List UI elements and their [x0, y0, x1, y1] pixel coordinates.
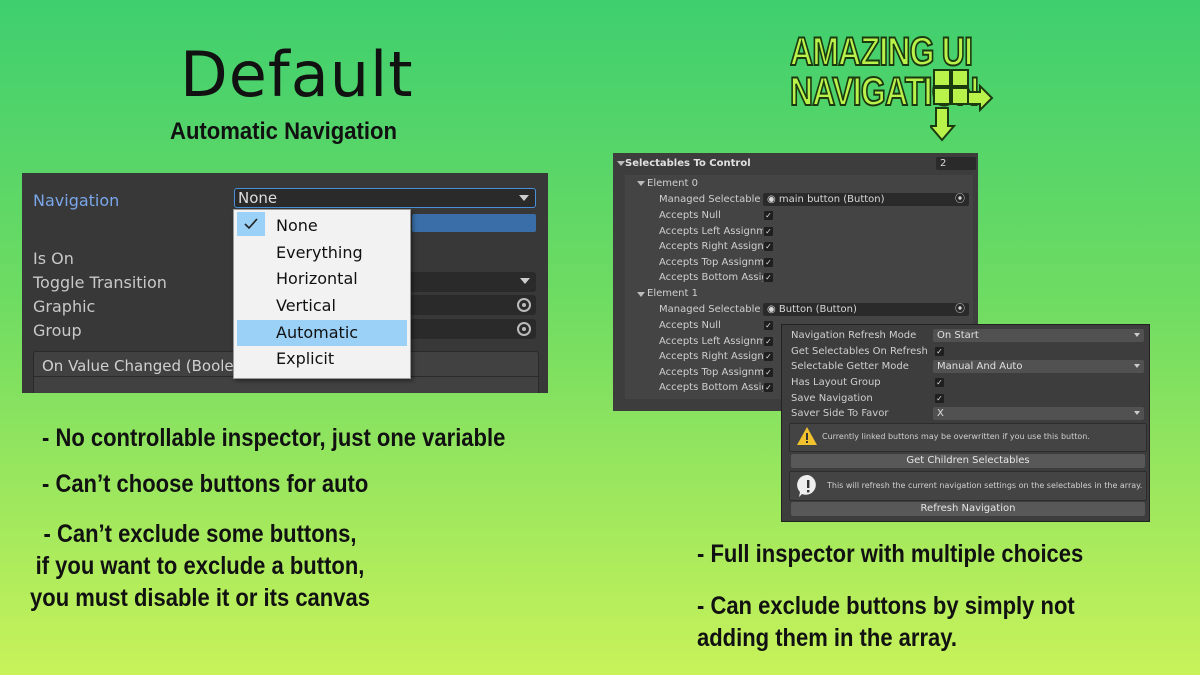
logo-line-1: AMAZING UI [789, 30, 974, 74]
amazing-ui-navigation-logo: AMAZING UI NAVIGATION [789, 30, 1025, 142]
refresh-mode-dropdown[interactable]: On Start [933, 329, 1144, 342]
left-bullet-1: - No controllable inspector, just one va… [42, 424, 506, 452]
chevron-down-icon [519, 195, 529, 201]
accepts-left-checkbox[interactable]: ✓ [764, 337, 773, 346]
accepts-null-checkbox[interactable]: ✓ [764, 321, 773, 330]
chevron-down-icon [1134, 411, 1140, 415]
has-layout-checkbox[interactable]: ✓ [935, 378, 944, 387]
group-label: Group [33, 321, 82, 340]
managed-selectable-label: Managed Selectable [659, 194, 761, 205]
object-picker-icon[interactable]: ⦿ [955, 193, 965, 206]
graphic-field[interactable] [410, 295, 536, 315]
accepts-left-label: Accepts Left Assignmen [659, 226, 763, 237]
accepts-bottom-checkbox[interactable]: ✓ [764, 273, 773, 282]
element-0-title: Element 0 [647, 178, 698, 189]
info-text: This will refresh the current navigation… [827, 481, 1143, 490]
managed-selectable-field[interactable]: ◉ main button (Button) ⦿ [763, 193, 969, 206]
navigation-label: Navigation [33, 191, 120, 210]
menu-item-none[interactable]: None [234, 213, 410, 239]
menu-item-vertical[interactable]: Vertical [234, 293, 410, 319]
saver-side-dropdown[interactable]: X [933, 407, 1144, 420]
navigation-dropdown[interactable]: None [234, 188, 536, 208]
get-on-refresh-checkbox[interactable]: ✓ [935, 347, 944, 356]
object-icon: ◉ [767, 194, 779, 205]
save-navigation-checkbox[interactable]: ✓ [935, 394, 944, 403]
accepts-bottom-checkbox[interactable]: ✓ [764, 383, 773, 392]
element-1-title: Element 1 [647, 288, 698, 299]
right-bullet-2: - Can exclude buttons by simply not addi… [697, 592, 1075, 652]
menu-item-everything[interactable]: Everything [234, 240, 410, 266]
element-0-block: Element 0 Managed Selectable ◉ main butt… [625, 175, 973, 287]
accepts-null-checkbox[interactable]: ✓ [764, 211, 773, 220]
object-picker-icon[interactable] [517, 322, 531, 336]
navigation-settings-inspector: Navigation Refresh Mode On Start Get Sel… [781, 324, 1150, 522]
object-icon: ◉ [767, 304, 779, 315]
left-bullet-2: - Can’t choose buttons for auto [42, 470, 369, 498]
selectables-header: Selectables To Control [625, 158, 751, 169]
saver-side-label: Saver Side To Favor [791, 408, 889, 419]
accepts-right-label: Accepts Right Assignme [659, 351, 763, 362]
chevron-down-icon [1134, 364, 1140, 368]
accepts-right-checkbox[interactable]: ✓ [764, 242, 773, 251]
object-picker-icon[interactable] [517, 298, 531, 312]
on-value-changed-label: On Value Changed (Boolean [42, 357, 253, 375]
object-picker-icon[interactable]: ⦿ [955, 303, 965, 316]
navigation-dropdown-menu: None Everything Horizontal Vertical Auto… [233, 209, 411, 379]
info-icon [797, 474, 816, 497]
accepts-left-label: Accepts Left Assignmen [659, 336, 763, 347]
array-size-field[interactable]: 2 [936, 157, 976, 170]
accepts-top-label: Accepts Top Assignmen [659, 257, 763, 268]
toggle-transition-label: Toggle Transition [33, 273, 167, 292]
visualize-button[interactable] [412, 214, 536, 232]
accepts-null-label: Accepts Null [659, 210, 721, 221]
accepts-top-checkbox[interactable]: ✓ [764, 368, 773, 377]
accepts-bottom-label: Accepts Bottom Assignm [659, 272, 763, 283]
managed-selectable-field[interactable]: ◉ Button (Button) ⦿ [763, 303, 969, 316]
menu-item-explicit[interactable]: Explicit [234, 346, 410, 372]
warning-icon [797, 427, 817, 445]
foldout-arrow-icon[interactable] [637, 292, 645, 297]
getter-mode-dropdown[interactable]: Manual And Auto [933, 360, 1144, 373]
warning-box: Currently linked buttons may be overwrit… [789, 423, 1147, 452]
managed-selectable-label: Managed Selectable [659, 304, 761, 315]
left-bullet-3: - Can’t exclude some buttons, if you wan… [30, 520, 370, 612]
group-field[interactable] [410, 319, 536, 339]
has-layout-label: Has Layout Group [791, 377, 881, 388]
toggle-transition-dropdown[interactable] [410, 272, 536, 292]
foldout-arrow-icon[interactable] [617, 161, 625, 166]
refresh-mode-label: Navigation Refresh Mode [791, 330, 917, 341]
warning-text: Currently linked buttons may be overwrit… [822, 432, 1090, 441]
accepts-top-label: Accepts Top Assignmen [659, 367, 763, 378]
navigation-value: None [238, 189, 278, 207]
foldout-arrow-icon[interactable] [637, 181, 645, 186]
accepts-top-checkbox[interactable]: ✓ [764, 258, 773, 267]
automatic-navigation-subtitle: Automatic Navigation [170, 118, 397, 145]
getter-mode-label: Selectable Getter Mode [791, 361, 909, 372]
graphic-label: Graphic [33, 297, 96, 316]
default-title: Default [180, 38, 414, 111]
right-bullet-1: - Full inspector with multiple choices [697, 540, 1084, 568]
get-children-selectables-button[interactable]: Get Children Selectables [791, 454, 1145, 468]
menu-item-automatic[interactable]: Automatic [237, 320, 407, 346]
info-box: This will refresh the current navigation… [789, 471, 1147, 501]
menu-item-horizontal[interactable]: Horizontal [234, 266, 410, 292]
accepts-bottom-label: Accepts Bottom Assignm [659, 382, 763, 393]
accepts-left-checkbox[interactable]: ✓ [764, 227, 773, 236]
save-navigation-label: Save Navigation [791, 393, 873, 404]
refresh-navigation-button[interactable]: Refresh Navigation [791, 502, 1145, 516]
accepts-null-label: Accepts Null [659, 320, 721, 331]
chevron-down-icon [520, 278, 530, 284]
is-on-label: Is On [33, 249, 74, 268]
accepts-right-checkbox[interactable]: ✓ [764, 352, 773, 361]
chevron-down-icon [1134, 333, 1140, 337]
accepts-right-label: Accepts Right Assignme [659, 241, 763, 252]
get-on-refresh-label: Get Selectables On Refresh [791, 346, 928, 357]
